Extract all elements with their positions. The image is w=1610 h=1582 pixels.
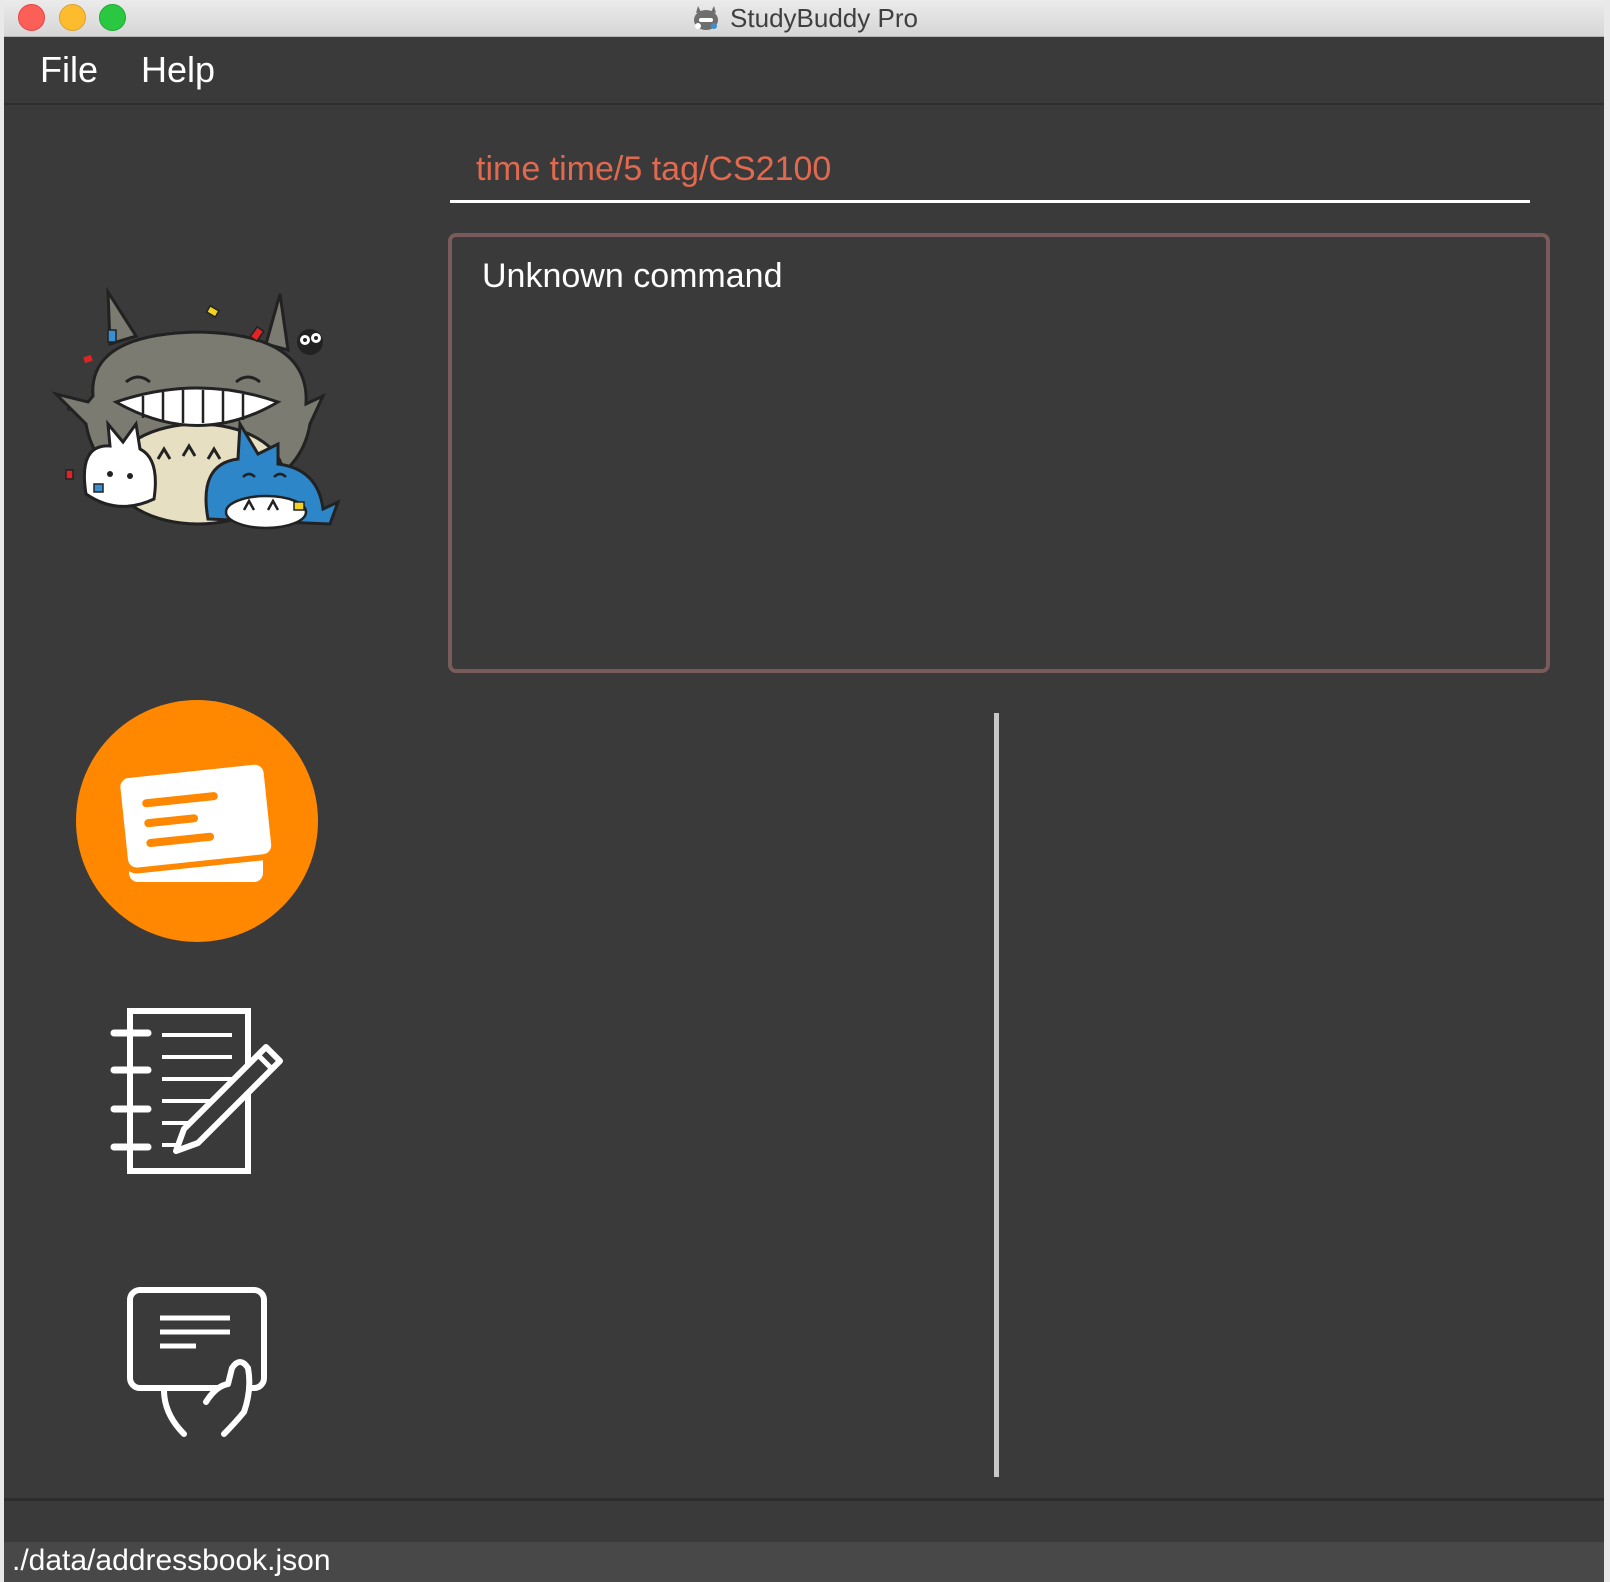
status-file-path: ./data/addressbook.json: [12, 1544, 331, 1577]
quiz-hand-icon[interactable]: [124, 1284, 274, 1440]
window-title: StudyBuddy Pro: [730, 2, 918, 33]
result-display: Unknown command: [448, 233, 1550, 673]
title-container: StudyBuddy Pro: [4, 0, 1604, 36]
title-bar: StudyBuddy Pro: [4, 0, 1604, 37]
command-input[interactable]: [450, 138, 1530, 200]
panel-divider[interactable]: [994, 713, 999, 1477]
menu-file[interactable]: File: [40, 49, 98, 91]
totoro-mascot-icon: [51, 286, 341, 530]
app-logo-icon: [694, 6, 719, 30]
notebook-pen-icon[interactable]: [108, 1005, 288, 1181]
flashcard-icon[interactable]: [76, 700, 318, 942]
bottom-bar: [4, 1498, 1604, 1543]
app-window: StudyBuddy Pro File Help Unknown command: [4, 0, 1604, 1582]
command-box: [450, 138, 1530, 203]
result-message: Unknown command: [482, 257, 783, 295]
status-bar: ./data/addressbook.json: [4, 1542, 1604, 1582]
menu-help[interactable]: Help: [141, 49, 215, 91]
menu-bar: File Help: [4, 37, 1604, 105]
